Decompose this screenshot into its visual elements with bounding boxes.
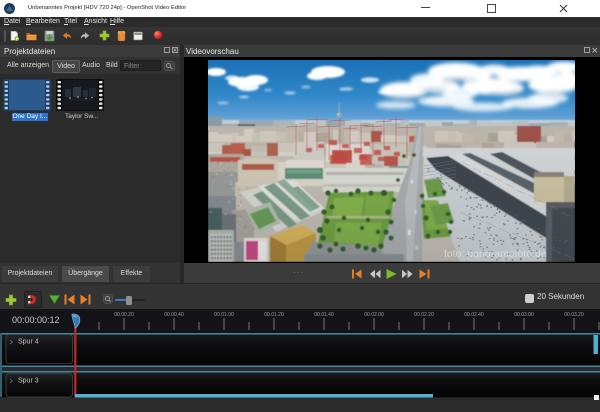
svg-text:Spur 4: Spur 4 — [18, 339, 39, 346]
svg-text:00.00.20: 00.00.20 — [114, 312, 134, 318]
svg-text:00.00.40: 00.00.40 — [164, 312, 184, 318]
svg-text:00.02.20: 00.02.20 — [414, 312, 434, 318]
svg-text:00.01.20: 00.01.20 — [264, 312, 284, 318]
svg-text:00.03.00: 00.03.00 — [514, 312, 534, 318]
svg-text:00.01.00: 00.01.00 — [214, 312, 234, 318]
svg-text:00.02.00: 00.02.00 — [364, 312, 384, 318]
svg-text:00.02.40: 00.02.40 — [464, 312, 484, 318]
svg-text:Spur 3: Spur 3 — [18, 378, 39, 385]
svg-text:foto: panoramafoto.de: foto: panoramafoto.de — [444, 248, 547, 260]
svg-text:00.03.20: 00.03.20 — [564, 312, 584, 318]
svg-text:00.01.40: 00.01.40 — [314, 312, 334, 318]
